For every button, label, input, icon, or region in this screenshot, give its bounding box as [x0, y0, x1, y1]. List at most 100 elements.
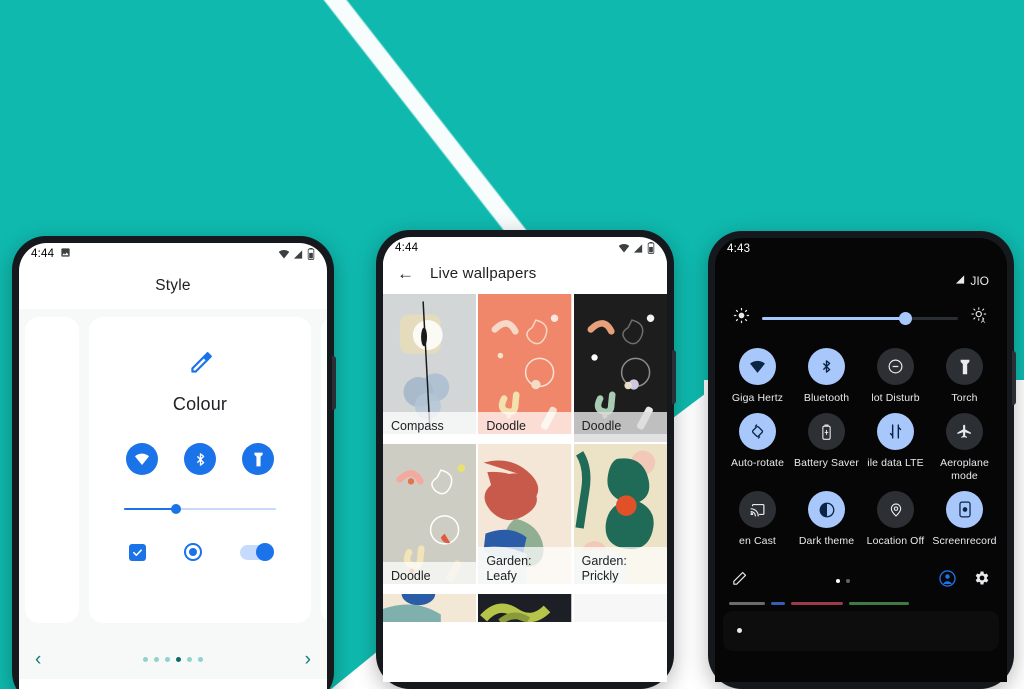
notification-card[interactable] [723, 610, 999, 651]
status-bar: 4:44 [383, 237, 667, 259]
carrier-indicator: JIO [715, 260, 1007, 288]
style-carousel[interactable]: Colour [19, 309, 327, 639]
tile-label: Dark theme [798, 535, 855, 548]
brightness-auto-icon[interactable]: A [970, 306, 989, 330]
wifi-icon [278, 248, 290, 260]
gear-icon[interactable] [973, 569, 991, 592]
footer-dot[interactable] [846, 578, 850, 583]
tile-label: Torch [951, 392, 978, 404]
wallpaper-item-partial-3[interactable] [573, 594, 667, 624]
battery-saver-icon [808, 413, 845, 451]
strip-segment [849, 602, 909, 605]
style-slider[interactable] [124, 501, 276, 517]
photo-icon [60, 247, 71, 261]
user-avatar-icon[interactable] [938, 569, 957, 593]
bluetooth-icon-button[interactable] [184, 443, 216, 475]
prev-page-button[interactable]: ‹ [35, 650, 41, 669]
notification-color-strip [723, 601, 999, 607]
style-control-row [128, 542, 274, 561]
checkbox-control[interactable] [128, 543, 146, 561]
footer-dot-active[interactable] [836, 578, 840, 583]
wifi-icon-button[interactable] [126, 443, 158, 475]
tile-torch[interactable]: Torch [930, 348, 999, 405]
page-dot[interactable] [187, 656, 192, 662]
toggle-control[interactable] [239, 542, 274, 561]
tile-label: Battery Saver [794, 457, 859, 470]
battery-icon [647, 242, 655, 254]
tile-dark-theme[interactable]: Dark theme [792, 491, 861, 548]
do-not-disturb-icon [877, 348, 914, 385]
brightness-slider-row: A [715, 288, 1007, 330]
page-dots [143, 656, 203, 662]
brightness-low-icon [733, 307, 750, 329]
strip-segment [771, 602, 785, 605]
cast-icon [739, 491, 776, 529]
wallpaper-item-garden-prickly[interactable]: Garden: Prickly [573, 444, 667, 592]
wallpaper-item-doodle-coral[interactable]: Doodle [478, 294, 572, 442]
wallpaper-thumbnail [478, 594, 572, 622]
style-icon-row [126, 443, 274, 475]
tile-screen-cast[interactable]: en Cast [723, 491, 792, 548]
tile-bluetooth[interactable]: Bluetooth [792, 348, 861, 405]
radio-control[interactable] [183, 543, 202, 561]
wallpaper-thumbnail [383, 594, 477, 622]
signal-icon [293, 249, 304, 260]
airplane-icon [946, 413, 983, 451]
quick-settings-tiles: Giga Hertz Bluetooth lot Disturb Torch A… [715, 330, 1007, 549]
wallpaper-item-partial-1[interactable] [383, 594, 477, 624]
wallpaper-item-garden-leafy[interactable]: Garden: Leafy [478, 444, 572, 592]
back-arrow-icon[interactable]: ← [397, 265, 414, 282]
slider-thumb[interactable] [899, 312, 913, 325]
tile-label: Location Off [866, 535, 925, 548]
page-dot[interactable] [198, 656, 203, 662]
style-card-current[interactable]: Colour [89, 317, 311, 623]
page-dot[interactable] [143, 656, 148, 662]
pencil-icon[interactable] [731, 570, 748, 592]
page-title: Style [155, 277, 191, 294]
battery-icon [307, 248, 315, 260]
tile-battery-saver[interactable]: Battery Saver [792, 413, 861, 483]
tile-label: Screenrecord [932, 535, 997, 548]
strip-segment [791, 602, 843, 605]
page-dot[interactable] [165, 656, 170, 662]
wallpaper-label: Doodle [573, 411, 667, 442]
tile-label: Giga Hertz [731, 392, 784, 404]
bluetooth-icon [808, 348, 845, 385]
wallpaper-item-partial-2[interactable] [478, 594, 572, 624]
style-card-previous[interactable] [25, 317, 79, 623]
phone-style: 4:44 Style Colour ‹ › [12, 236, 336, 689]
quick-settings-footer [715, 559, 1007, 593]
next-page-button[interactable]: › [305, 650, 311, 669]
tile-do-not-disturb[interactable]: lot Disturb [861, 348, 930, 405]
carrier-label: JIO [970, 274, 989, 288]
dark-theme-icon [808, 491, 845, 529]
tile-auto-rotate[interactable]: Auto-rotate [723, 413, 792, 483]
wallpaper-item-compass[interactable]: Compass [383, 294, 477, 442]
style-card-next[interactable] [321, 317, 327, 623]
page-dot-active[interactable] [176, 656, 181, 662]
tile-aeroplane-mode[interactable]: Aeroplane mode [930, 413, 999, 483]
slider-fill [124, 508, 175, 510]
tile-mobile-data[interactable]: ile data LTE [861, 413, 930, 483]
wallpaper-label: Doodle [383, 561, 477, 592]
status-bar: 4:44 [19, 243, 327, 265]
tile-label: ile data LTE [867, 457, 924, 470]
auto-rotate-icon [739, 413, 776, 451]
eyedropper-icon [187, 351, 213, 382]
phone-quicksettings-screen: 4:43 JIO A Giga Hertz Bluetooth lot Dist… [715, 238, 1007, 682]
wallpaper-item-doodle-grey[interactable]: Doodle [383, 444, 477, 592]
slider-thumb[interactable] [171, 504, 182, 514]
tile-screenrecord[interactable]: Screenrecord [930, 491, 999, 548]
flashlight-icon-button[interactable] [242, 443, 274, 475]
wifi-icon [618, 242, 630, 254]
tile-label: Auto-rotate [730, 457, 785, 470]
wallpaper-thumbnail [573, 594, 667, 622]
page-dot[interactable] [154, 656, 159, 662]
app-bar-title: Live wallpapers [430, 265, 537, 282]
brightness-slider[interactable] [762, 311, 958, 325]
wallpaper-item-doodle-dark[interactable]: Doodle [573, 294, 667, 442]
status-time: 4:44 [31, 248, 55, 260]
tile-location[interactable]: Location Off [861, 491, 930, 548]
tile-giga-hertz[interactable]: Giga Hertz [723, 348, 792, 405]
app-bar: ← Live wallpapers [383, 259, 667, 294]
